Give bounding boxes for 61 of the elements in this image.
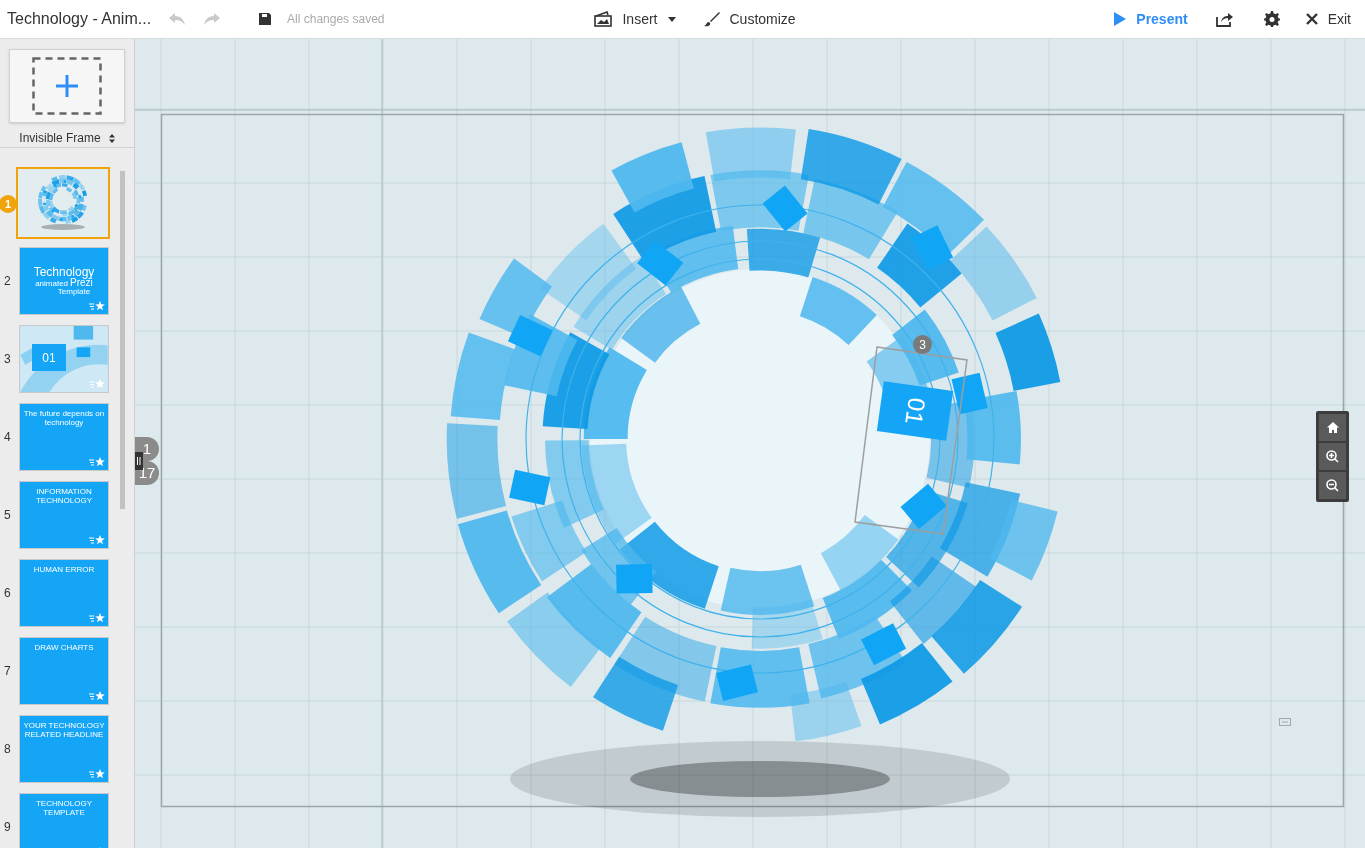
slide-number: 6 bbox=[3, 585, 12, 602]
path-handle[interactable] bbox=[135, 452, 143, 470]
slide-number: 8 bbox=[3, 741, 12, 758]
updown-icon bbox=[108, 133, 115, 143]
slide-title: DRAW CHARTS bbox=[34, 643, 94, 652]
star-icon bbox=[89, 613, 105, 623]
slide-thumbnail[interactable]: TECHNOLOGY TEMPLATE bbox=[19, 793, 109, 848]
zoom-in-icon bbox=[1326, 450, 1339, 463]
home-icon bbox=[1326, 422, 1339, 433]
slide-number: 5 bbox=[3, 507, 12, 524]
star-icon bbox=[89, 301, 105, 311]
slide-title: YOUR TECHNOLOGY RELATED HEADLINE bbox=[23, 721, 105, 739]
share-icon[interactable] bbox=[1215, 11, 1234, 27]
slide-thumbnail[interactable]: YOUR TECHNOLOGY RELATED HEADLINE bbox=[19, 715, 109, 783]
save-icon[interactable] bbox=[258, 12, 273, 26]
insert-button[interactable]: Insert bbox=[594, 8, 676, 30]
play-icon bbox=[1114, 12, 1127, 26]
slide-subtitle: Prezi bbox=[70, 278, 93, 288]
scrollbar[interactable] bbox=[120, 171, 125, 509]
slide-number: 4 bbox=[3, 429, 12, 446]
document-title[interactable]: Technology - Anim... bbox=[7, 7, 152, 31]
star-icon bbox=[89, 379, 105, 389]
star-icon bbox=[89, 535, 105, 545]
dashed-frame-plus-icon bbox=[32, 57, 102, 115]
star-icon bbox=[89, 457, 105, 467]
slide-thumbnail[interactable]: The future depends on technology bbox=[19, 403, 109, 471]
slide-number: 3 bbox=[3, 351, 12, 368]
zoom-in-button[interactable] bbox=[1319, 443, 1346, 470]
zoom-out-button[interactable] bbox=[1319, 472, 1346, 499]
pause-icon bbox=[137, 457, 141, 465]
slide-thumbnail[interactable]: Technology animated Prezi Template bbox=[19, 247, 109, 315]
slide-title: INFORMATION TECHNOLOGY bbox=[35, 487, 93, 505]
caret-icon bbox=[667, 16, 676, 22]
slide-number: 7 bbox=[3, 663, 12, 680]
save-status: All changes saved bbox=[287, 11, 385, 28]
slide-subtitle: animated bbox=[35, 280, 69, 288]
slide-thumbnail[interactable]: HUMAN ERROR bbox=[19, 559, 109, 627]
add-frame-button[interactable] bbox=[9, 49, 125, 123]
slide-number: 9 bbox=[3, 819, 12, 836]
slide-thumbnail[interactable]: DRAW CHARTS bbox=[19, 637, 109, 705]
frame-type-dropdown[interactable]: Invisible Frame bbox=[19, 129, 115, 147]
exit-button[interactable]: Exit bbox=[1305, 8, 1351, 30]
present-button[interactable]: Present bbox=[1114, 8, 1188, 30]
slide-thumbnail[interactable]: 01 bbox=[19, 325, 109, 393]
slide-thumbnail[interactable]: INFORMATION TECHNOLOGY bbox=[19, 481, 109, 549]
star-icon bbox=[89, 769, 105, 779]
home-button[interactable] bbox=[1319, 414, 1346, 441]
slide-subtitle: Template bbox=[57, 288, 91, 296]
settings-icon[interactable] bbox=[1263, 11, 1280, 27]
slide-title: HUMAN ERROR bbox=[33, 565, 95, 574]
slide-title: 01 bbox=[32, 344, 66, 371]
slide-title: The future depends on technology bbox=[23, 409, 105, 427]
slide-title: TECHNOLOGY TEMPLATE bbox=[35, 799, 93, 817]
brush-icon bbox=[703, 11, 720, 27]
slide-number: 2 bbox=[3, 273, 12, 290]
image-icon bbox=[594, 11, 613, 27]
customize-button[interactable]: Customize bbox=[703, 8, 796, 30]
zoom-out-icon bbox=[1326, 479, 1339, 492]
close-icon bbox=[1305, 13, 1318, 25]
star-icon bbox=[89, 691, 105, 701]
slide-title: Technology bbox=[33, 266, 95, 278]
